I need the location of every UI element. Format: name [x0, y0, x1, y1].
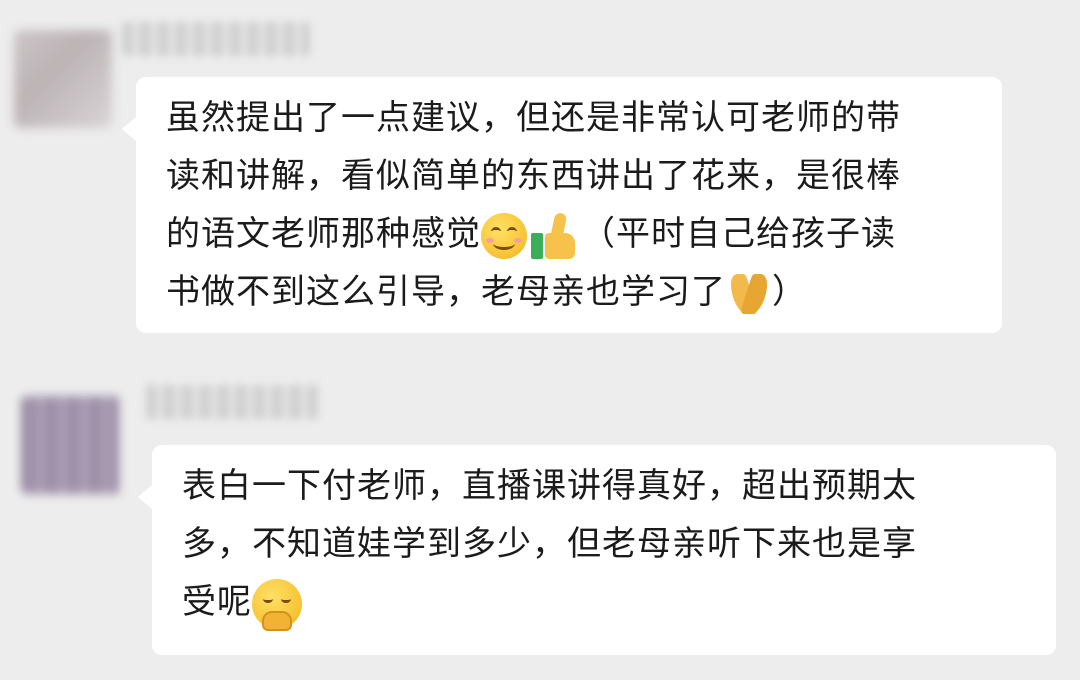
- smile-emoji: [481, 212, 527, 259]
- message-line: 受呢: [182, 573, 1032, 631]
- sender-nickname-blurred: [122, 22, 310, 56]
- pray-emoji: [725, 273, 773, 314]
- message-line: 表白一下付老师，直播课讲得真好，超出预期太: [182, 466, 917, 506]
- message-text: ）: [772, 272, 807, 312]
- message-line: 的语文老师那种感觉 （平时自己给孩子读: [166, 205, 978, 263]
- hehe-emoji: [252, 578, 302, 631]
- message-line: 多，不知道娃学到多少，但老母亲听下来也是享: [182, 524, 917, 564]
- message-text: 的语文老师那种感觉: [166, 214, 481, 254]
- message-text: 受呢: [182, 582, 252, 622]
- message-text: 书做不到这么引导，老母亲也学习了: [166, 272, 726, 312]
- message-line: 读和讲解，看似简单的东西讲出了花来，是很棒: [166, 156, 901, 196]
- sender-avatar[interactable]: [22, 396, 120, 494]
- message-line: 书做不到这么引导，老母亲也学习了 ）: [166, 263, 978, 321]
- message-text: （平时自己给孩子读: [581, 214, 896, 254]
- thumbs-up-emoji: [531, 211, 581, 259]
- message-line: 虽然提出了一点建议，但还是非常认可老师的带: [166, 98, 901, 138]
- message-bubble[interactable]: 虽然提出了一点建议，但还是非常认可老师的带 读和讲解，看似简单的东西讲出了花来，…: [122, 77, 1002, 333]
- sender-avatar[interactable]: [14, 30, 112, 128]
- sender-nickname-blurred: [146, 385, 318, 419]
- message-bubble[interactable]: 表白一下付老师，直播课讲得真好，超出预期太 多，不知道娃学到多少，但老母亲听下来…: [138, 445, 1056, 655]
